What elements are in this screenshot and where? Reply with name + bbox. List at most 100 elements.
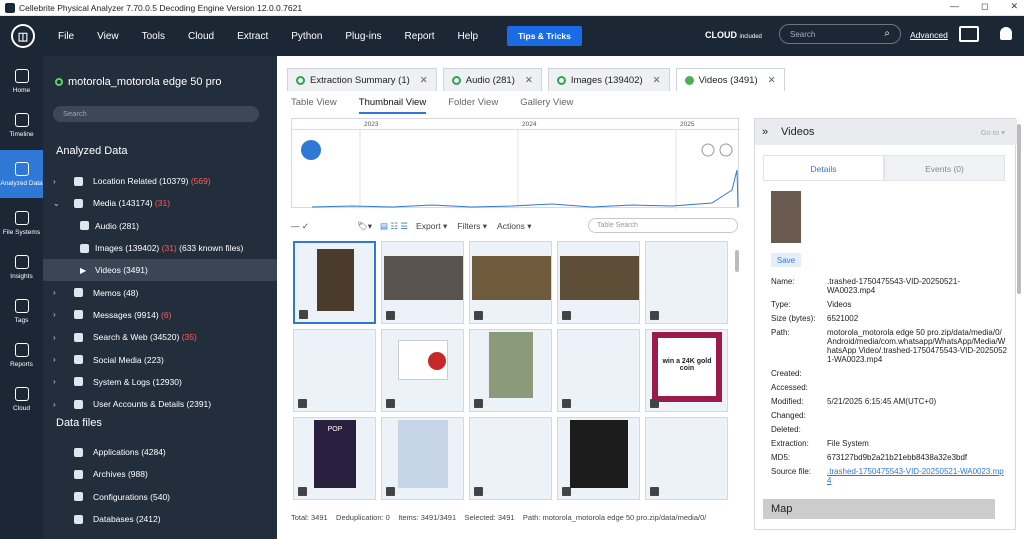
tab-videos[interactable]: Videos (3491) ✕ xyxy=(675,68,785,91)
checkbox-checked[interactable] xyxy=(474,311,483,320)
thumbnail[interactable] xyxy=(557,417,640,500)
layout-icons[interactable]: ▤ ☷ ☰ xyxy=(380,221,408,232)
tree-configurations[interactable]: Configurations (540) xyxy=(43,486,277,508)
checkbox-checked[interactable] xyxy=(562,311,571,320)
tab-table-view[interactable]: Table View xyxy=(291,97,337,114)
collapse-icon[interactable]: — ✓ xyxy=(291,221,309,232)
advanced-link[interactable]: Advanced xyxy=(910,30,948,40)
thumbnail[interactable] xyxy=(469,329,552,412)
menu-help[interactable]: Help xyxy=(458,31,479,42)
thumbnail[interactable] xyxy=(469,417,552,500)
map-section-header[interactable]: Map xyxy=(763,499,995,519)
tab-extraction-summary[interactable]: Extraction Summary (1) ✕ xyxy=(287,68,437,91)
export-dropdown[interactable]: Export ▾ xyxy=(416,221,447,232)
tab-audio[interactable]: Audio (281) ✕ xyxy=(442,68,542,91)
tree-media[interactable]: ⌄ Media (143174) (31) xyxy=(43,192,277,214)
thumbnail[interactable] xyxy=(645,417,728,500)
tab-events[interactable]: Events (0) xyxy=(884,155,1005,181)
menu-python[interactable]: Python xyxy=(291,31,322,42)
save-button[interactable]: Save xyxy=(771,253,801,267)
nav-insights[interactable]: Insights xyxy=(0,248,43,286)
nav-cloud[interactable]: Cloud xyxy=(0,380,43,418)
checkbox-checked[interactable] xyxy=(650,399,659,408)
tab-details[interactable]: Details xyxy=(763,155,884,181)
tab-images[interactable]: Images (139402) ✕ xyxy=(547,68,670,91)
close-icon[interactable]: ✕ xyxy=(525,75,533,86)
tree-messages[interactable]: › Messages (9914) (6) xyxy=(43,304,277,326)
thumbnail[interactable] xyxy=(645,241,728,324)
menu-report[interactable]: Report xyxy=(405,31,435,42)
checkbox-checked[interactable] xyxy=(299,310,308,319)
checkbox-checked[interactable] xyxy=(298,487,307,496)
global-search-input[interactable]: Search ⌕ xyxy=(779,24,901,44)
tree-user-accounts[interactable]: › User Accounts & Details (2391) xyxy=(43,393,277,415)
tree-databases[interactable]: Databases (2412) xyxy=(43,508,277,530)
checkbox-checked[interactable] xyxy=(386,399,395,408)
menu-extract[interactable]: Extract xyxy=(237,31,268,42)
maximize-button[interactable]: ◻ xyxy=(981,1,988,12)
close-window-button[interactable]: ✕ xyxy=(1010,1,1018,12)
actions-dropdown[interactable]: Actions ▾ xyxy=(497,221,532,232)
thumbnail[interactable] xyxy=(557,329,640,412)
thumbnail[interactable] xyxy=(381,329,464,412)
close-icon[interactable]: ✕ xyxy=(420,75,428,86)
tree-audio[interactable]: Audio (281) xyxy=(43,215,277,237)
sidebar-search-input[interactable]: Search xyxy=(53,106,259,122)
nav-timeline[interactable]: Timeline xyxy=(0,106,43,144)
nav-home[interactable]: Home xyxy=(0,62,43,100)
checkbox-checked[interactable] xyxy=(562,399,571,408)
thumbnail[interactable] xyxy=(293,241,376,324)
tab-folder-view[interactable]: Folder View xyxy=(448,97,498,114)
tips-tricks-button[interactable]: Tips & Tricks xyxy=(507,26,582,46)
tree-social-media[interactable]: › Social Media (223) xyxy=(43,348,277,370)
tree-system-logs[interactable]: › System & Logs (12930) xyxy=(43,371,277,393)
tree-applications[interactable]: Applications (4284) xyxy=(43,441,277,463)
grid-scrollbar[interactable] xyxy=(735,250,739,272)
bell-icon[interactable] xyxy=(1000,27,1012,40)
source-file-link[interactable]: .trashed-1750475543-VID-20250521-WA0023.… xyxy=(827,467,1007,485)
filters-dropdown[interactable]: Filters ▾ xyxy=(457,221,487,232)
menu-plugins[interactable]: Plug-ins xyxy=(345,31,381,42)
nav-reports[interactable]: Reports xyxy=(0,336,43,374)
checkbox-checked[interactable] xyxy=(386,311,395,320)
tree-videos[interactable]: ▶ Videos (3491) xyxy=(43,259,277,282)
tab-gallery-view[interactable]: Gallery View xyxy=(520,97,573,114)
thumbnail[interactable] xyxy=(469,241,552,324)
video-preview[interactable] xyxy=(771,191,801,243)
checkbox-checked[interactable] xyxy=(562,487,571,496)
table-search-input[interactable]: Table Search xyxy=(588,218,738,233)
tag-dropdown-icon[interactable]: 🏷▾ xyxy=(357,221,372,232)
camera-icon[interactable] xyxy=(959,26,979,42)
tree-images[interactable]: Images (139402) (31) (633 known files) xyxy=(43,237,277,259)
thumbnail[interactable]: win a 24K gold coin xyxy=(645,329,728,412)
nav-file-systems[interactable]: File Systems xyxy=(0,204,43,242)
tree-memos[interactable]: › Memos (48) xyxy=(43,281,277,303)
close-icon[interactable]: ✕ xyxy=(653,75,661,86)
checkbox-checked[interactable] xyxy=(298,399,307,408)
thumbnail[interactable] xyxy=(293,329,376,412)
tree-archives[interactable]: Archives (988) xyxy=(43,463,277,485)
menu-file[interactable]: File xyxy=(58,31,74,42)
goto-dropdown[interactable]: Go to ▾ xyxy=(981,128,1005,137)
detail-scrollbar[interactable] xyxy=(1017,124,1021,294)
thumbnail[interactable] xyxy=(381,417,464,500)
close-icon[interactable]: ✕ xyxy=(768,75,776,86)
checkbox-checked[interactable] xyxy=(474,487,483,496)
tree-location[interactable]: › Location Related (10379) (569) xyxy=(43,170,277,192)
tree-search-web[interactable]: › Search & Web (34520) (35) xyxy=(43,326,277,348)
nav-analyzed-data[interactable]: Analyzed Data xyxy=(0,150,43,198)
tab-thumbnail-view[interactable]: Thumbnail View xyxy=(358,97,427,114)
timeline-panel[interactable]: 2023 2024 2025 xyxy=(291,118,740,209)
checkbox-checked[interactable] xyxy=(474,399,483,408)
thumbnail[interactable]: POP xyxy=(293,417,376,500)
checkbox-checked[interactable] xyxy=(650,487,659,496)
menu-cloud[interactable]: Cloud xyxy=(188,31,214,42)
thumbnail[interactable] xyxy=(381,241,464,324)
device-selector[interactable]: motorola_motorola edge 50 pro xyxy=(55,76,221,88)
minimize-button[interactable]: — xyxy=(950,1,959,12)
checkbox-checked[interactable] xyxy=(650,311,659,320)
expand-icon[interactable]: » xyxy=(762,126,768,138)
nav-tags[interactable]: Tags xyxy=(0,292,43,330)
menu-view[interactable]: View xyxy=(97,31,119,42)
menu-tools[interactable]: Tools xyxy=(142,31,165,42)
